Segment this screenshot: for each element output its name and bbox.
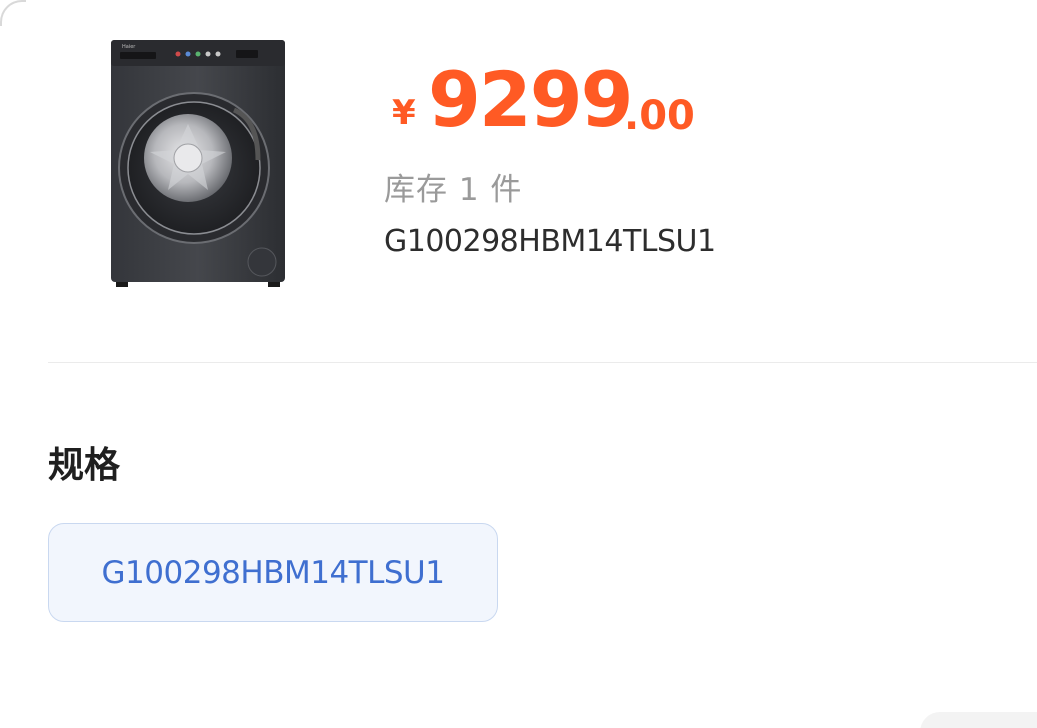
price-integer: 9299 xyxy=(428,55,634,144)
stock-count: 库存 1 件 xyxy=(384,172,523,208)
svg-text:Haier: Haier xyxy=(122,44,136,50)
product-spec-sheet: Haier ¥ 9299 .00 库存 1 件 G100298HBM14TLSU… xyxy=(0,0,1037,728)
sheet-corner xyxy=(0,0,26,26)
spec-section-title: 规格 xyxy=(48,445,121,486)
spec-option-button[interactable]: G100298HBM14TLSU1 xyxy=(48,523,498,622)
washing-machine-image: Haier xyxy=(111,40,285,287)
bottom-button-edge[interactable] xyxy=(920,712,1037,728)
price-decimal: .00 xyxy=(624,93,695,139)
product-model: G100298HBM14TLSU1 xyxy=(384,224,716,259)
currency-symbol: ¥ xyxy=(392,93,416,133)
divider xyxy=(48,362,1037,363)
